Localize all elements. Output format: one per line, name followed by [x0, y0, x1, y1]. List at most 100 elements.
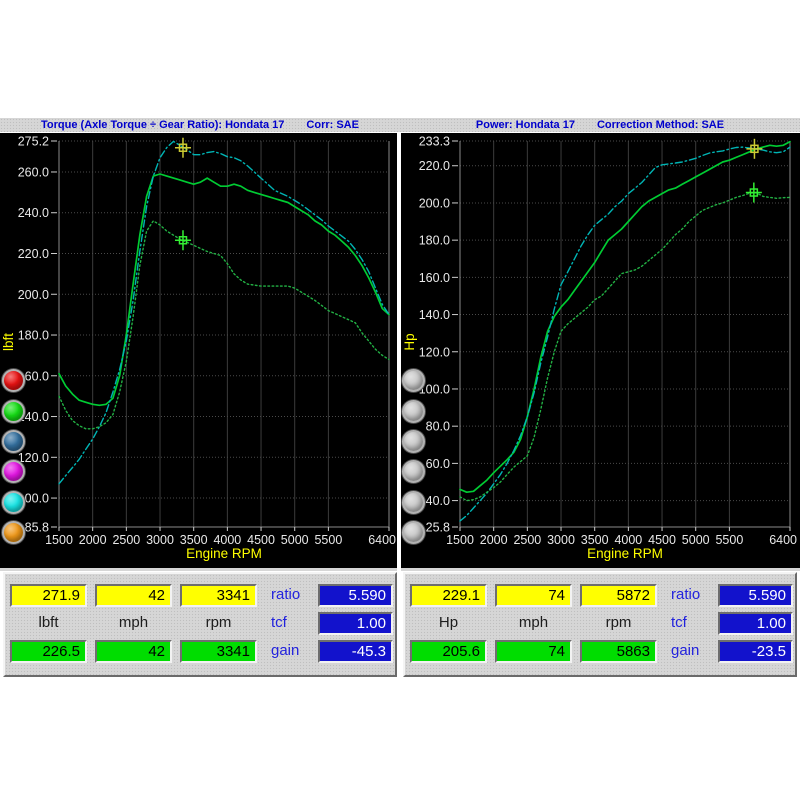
current-run-torque [59, 174, 389, 405]
y-axis-title: lbft [1, 333, 16, 351]
y-tick-label: 60.0 [426, 457, 450, 471]
y-tick-label: 240.0 [18, 206, 49, 220]
comparison-run-torque-dashdot [59, 141, 389, 483]
run-slot-3-button[interactable] [402, 430, 425, 453]
tcf-label: tcf [271, 612, 315, 635]
y-tick-label: 160.0 [419, 271, 450, 285]
speed-unit-label: mph [95, 613, 172, 633]
y-tick-label: 233.3 [419, 135, 450, 149]
y-tick-label: 220.0 [419, 159, 450, 173]
y-tick-label: 80.0 [426, 420, 450, 434]
green-cursor-torque[interactable] [175, 230, 191, 250]
y-tick-label: 275.2 [18, 135, 49, 149]
cursor1-speed-value: 42 [95, 584, 172, 607]
run-color-button-magenta[interactable] [2, 460, 25, 483]
run-color-button-red[interactable] [2, 369, 25, 392]
y-tick-label: 180.0 [419, 234, 450, 248]
cursor2-speed-value: 42 [95, 640, 172, 663]
gain-label: gain [671, 640, 715, 663]
x-tick-label: 4500 [247, 533, 275, 547]
y-axis-title: Hp [402, 333, 417, 350]
power-readout-panel: 229.1 74 5872 Hp mph rpm 205.6 74 5863 r… [403, 572, 797, 677]
torque-plot[interactable]: 275.2260.0240.0220.0200.0180.0160.0140.0… [0, 133, 397, 568]
ratio-label: ratio [671, 584, 715, 607]
ratio-value: 5.590 [718, 584, 793, 607]
y-tick-label: 220.0 [18, 247, 49, 261]
power-unit-label: Hp [410, 613, 487, 633]
x-tick-label: 4000 [213, 533, 241, 547]
tcf-value: 1.00 [718, 612, 793, 635]
run-color-button-blue[interactable] [2, 430, 25, 453]
power-title-text: Power: Hondata 17 [476, 119, 575, 131]
x-tick-label: 5000 [682, 533, 710, 547]
cursor1-power-value: 229.1 [410, 584, 487, 607]
torque-unit-label: lbft [10, 613, 87, 633]
tcf-label: tcf [671, 612, 715, 635]
torque-correction-text: Corr: SAE [306, 119, 359, 131]
speed-unit-label: mph [495, 613, 572, 633]
x-tick-label: 2500 [112, 533, 140, 547]
run-slot-4-button[interactable] [402, 460, 425, 483]
dyno-window: Torque (Axle Torque ÷ Gear Ratio): Honda… [0, 0, 800, 800]
x-tick-label: 2500 [513, 533, 541, 547]
x-end-tick-label: 6400 [769, 533, 797, 547]
comparison-run-power-dotted [460, 193, 790, 501]
x-end-tick-label: 6400 [368, 533, 396, 547]
x-tick-label: 2000 [79, 533, 107, 547]
x-axis-title: Engine RPM [186, 546, 262, 561]
power-correction-text: Correction Method: SAE [597, 119, 724, 131]
x-tick-label: 1500 [446, 533, 474, 547]
rpm-unit-label: rpm [580, 613, 657, 633]
run-slot-2-button[interactable] [402, 400, 425, 423]
run-slot-6-button[interactable] [402, 521, 425, 544]
y-tick-label: 40.0 [426, 494, 450, 508]
cursor1-speed-value: 74 [495, 584, 572, 607]
torque-chart-title: Torque (Axle Torque ÷ Gear Ratio): Honda… [0, 118, 400, 132]
run-color-button-orange[interactable] [2, 521, 25, 544]
ratio-value: 5.590 [318, 584, 393, 607]
run-slot-1-button[interactable] [402, 369, 425, 392]
gain-value: -45.3 [318, 640, 393, 663]
x-tick-label: 3500 [581, 533, 609, 547]
power-plot[interactable]: 233.3220.0200.0180.0160.0140.0120.0100.0… [401, 133, 800, 568]
x-tick-label: 3000 [146, 533, 174, 547]
cursor1-torque-value: 271.9 [10, 584, 87, 607]
run-slot-5-button[interactable] [402, 491, 425, 514]
torque-title-text: Torque (Axle Torque ÷ Gear Ratio): Honda… [41, 119, 284, 131]
rpm-unit-label: rpm [180, 613, 257, 633]
y-tick-label: 200.0 [419, 196, 450, 210]
y-tick-label: 200.0 [18, 288, 49, 302]
x-tick-label: 4000 [614, 533, 642, 547]
chart-title-bar: Torque (Axle Torque ÷ Gear Ratio): Honda… [0, 118, 800, 132]
x-tick-label: 5500 [715, 533, 743, 547]
cursor2-speed-value: 74 [495, 640, 572, 663]
yellow-cursor-power[interactable] [746, 139, 762, 159]
torque-chart-panel[interactable]: 275.2260.0240.0220.0200.0180.0160.0140.0… [0, 133, 397, 571]
gain-label: gain [271, 640, 315, 663]
y-tick-label: 120.0 [419, 345, 450, 359]
x-tick-label: 1500 [45, 533, 73, 547]
power-chart-title: Power: Hondata 17 Correction Method: SAE [400, 118, 800, 132]
cursor2-power-value: 205.6 [410, 640, 487, 663]
x-tick-label: 2000 [480, 533, 508, 547]
cursor1-rpm-value: 3341 [180, 584, 257, 607]
cursor2-rpm-value: 3341 [180, 640, 257, 663]
gain-value: -23.5 [718, 640, 793, 663]
y-tick-label: 260.0 [18, 165, 49, 179]
run-color-button-cyan[interactable] [2, 491, 25, 514]
x-tick-label: 5000 [281, 533, 309, 547]
power-chart-panel[interactable]: 233.3220.0200.0180.0160.0140.0120.0100.0… [401, 133, 800, 571]
y-tick-label: 120.0 [18, 451, 49, 465]
y-tick-label: 180.0 [18, 329, 49, 343]
cursor2-rpm-value: 5863 [580, 640, 657, 663]
x-tick-label: 5500 [314, 533, 342, 547]
cursor1-rpm-value: 5872 [580, 584, 657, 607]
cursor2-torque-value: 226.5 [10, 640, 87, 663]
comparison-run-torque-dotted [59, 221, 389, 429]
y-tick-label: 140.0 [419, 308, 450, 322]
x-tick-label: 4500 [648, 533, 676, 547]
run-color-button-green[interactable] [2, 400, 25, 423]
green-cursor-power[interactable] [746, 183, 762, 203]
x-tick-label: 3000 [547, 533, 575, 547]
ratio-label: ratio [271, 584, 315, 607]
